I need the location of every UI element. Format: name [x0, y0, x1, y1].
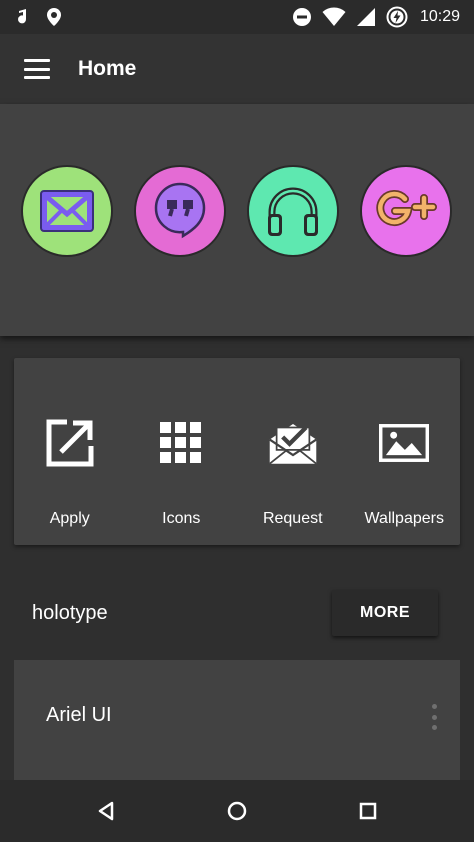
overflow-menu-icon[interactable]: [428, 704, 440, 730]
status-right: 10:29: [292, 6, 460, 28]
gmail-icon[interactable]: [21, 165, 113, 257]
section-title: holotype: [32, 602, 108, 624]
status-left: [14, 7, 64, 27]
do-not-disturb-icon: [292, 8, 311, 26]
icons-button[interactable]: Icons: [126, 358, 238, 545]
actions-card: Apply Icons Request Wallpapers: [14, 358, 460, 545]
hangouts-icon[interactable]: [134, 165, 226, 257]
grid-icon: [156, 418, 206, 468]
icons-label: Icons: [162, 510, 201, 527]
app-bar: Home: [0, 34, 474, 104]
battery-charging-icon: [386, 6, 408, 28]
signal-icon: [356, 8, 375, 26]
back-icon[interactable]: [91, 796, 121, 826]
apply-label: Apply: [49, 510, 90, 527]
recents-icon[interactable]: [353, 796, 383, 826]
page-title: Home: [78, 57, 137, 80]
status-bar: 10:29: [0, 0, 474, 34]
mail-check-icon: [268, 418, 318, 468]
location-icon: [47, 8, 61, 26]
notification-icon: [18, 9, 27, 24]
more-button[interactable]: MORE: [332, 590, 438, 636]
apply-button[interactable]: Apply: [14, 358, 126, 545]
image-icon: [379, 418, 430, 468]
request-button[interactable]: Request: [237, 358, 349, 545]
home-icon[interactable]: [222, 796, 252, 826]
navigation-bar: [0, 780, 474, 842]
list-item-title: Ariel UI: [46, 704, 112, 726]
request-label: Request: [262, 510, 323, 527]
icon-preview-header: [0, 104, 474, 336]
status-time: 10:29: [419, 8, 460, 25]
wallpapers-label: Wallpapers: [364, 510, 444, 527]
open-external-icon: [45, 418, 95, 468]
google-plus-icon[interactable]: [360, 165, 452, 257]
headphones-icon[interactable]: [247, 165, 339, 257]
wifi-icon: [322, 7, 346, 26]
list-item[interactable]: Ariel UI: [14, 660, 460, 780]
hamburger-menu-icon[interactable]: [24, 59, 50, 79]
wallpapers-button[interactable]: Wallpapers: [349, 358, 461, 545]
